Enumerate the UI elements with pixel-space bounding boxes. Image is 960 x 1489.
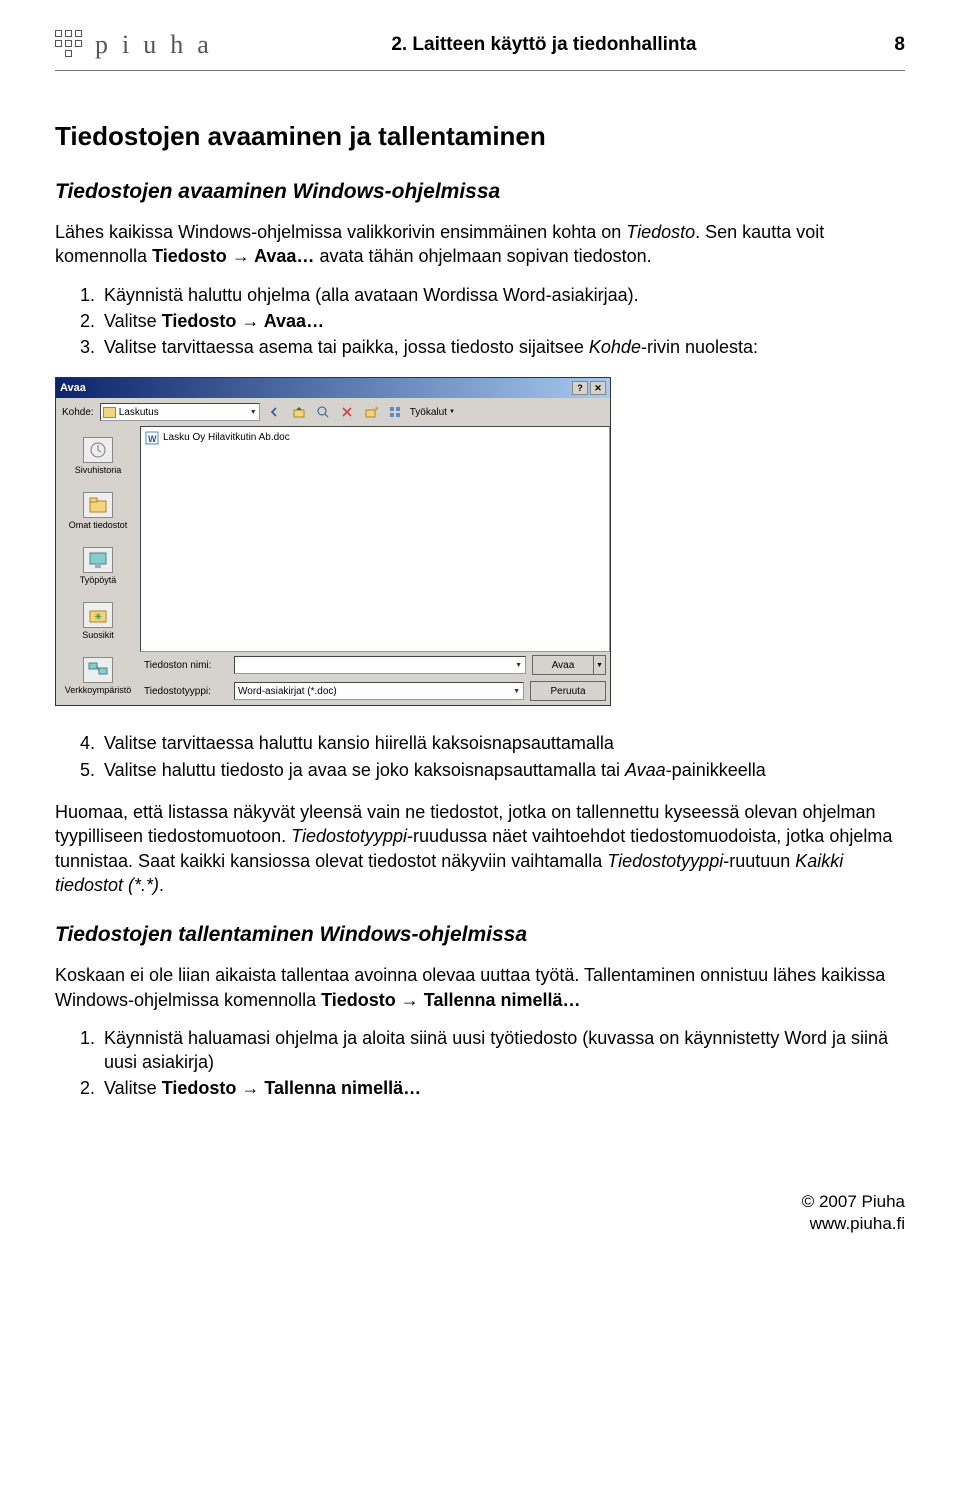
- search-web-icon[interactable]: [314, 403, 332, 421]
- places-bar: Sivuhistoria Omat tiedostot Työpöytä ✳ S…: [56, 426, 140, 705]
- chevron-down-icon: ▼: [515, 662, 522, 669]
- history-icon: [83, 437, 113, 463]
- dialog-toolbar: Kohde: Laskutus ▼ ✳: [56, 398, 610, 426]
- file-list[interactable]: W Lasku Oy Hilavitkutin Ab.doc: [140, 426, 610, 652]
- dialog-titlebar: Avaa ? ✕: [56, 378, 610, 398]
- up-one-level-icon[interactable]: [290, 403, 308, 421]
- header-divider: [55, 70, 905, 71]
- paragraph-intro-open: Lähes kaikissa Windows-ohjelmissa valikk…: [55, 220, 905, 269]
- step-2: Valitse Tiedosto → Avaa…: [100, 309, 905, 333]
- section-title: Tiedostojen avaaminen ja tallentaminen: [55, 121, 905, 152]
- open-button[interactable]: Avaa: [532, 655, 594, 675]
- kohde-dropdown[interactable]: Laskutus ▼: [100, 403, 260, 421]
- kohde-label: Kohde:: [62, 407, 94, 418]
- file-item[interactable]: W Lasku Oy Hilavitkutin Ab.doc: [145, 430, 605, 445]
- delete-icon[interactable]: [338, 403, 356, 421]
- filetype-row: Tiedostotyyppi: Word-asiakirjat (*.doc)▼…: [140, 678, 610, 704]
- sidebar-item-desktop[interactable]: Työpöytä: [58, 539, 138, 592]
- filetype-dropdown[interactable]: Word-asiakirjat (*.doc)▼: [234, 682, 524, 700]
- chevron-down-icon: ▼: [250, 409, 257, 416]
- tools-menu[interactable]: Työkalut▼: [410, 407, 455, 418]
- paragraph-intro-save: Koskaan ei ole liian aikaista tallentaa …: [55, 963, 905, 1012]
- help-button[interactable]: ?: [572, 381, 588, 395]
- svg-text:✳: ✳: [374, 405, 378, 413]
- new-folder-icon[interactable]: ✳: [362, 403, 380, 421]
- step-1: Käynnistä haluttu ohjelma (alla avataan …: [100, 283, 905, 307]
- kohde-value: Laskutus: [119, 407, 159, 418]
- desktop-icon: [83, 547, 113, 573]
- folder-icon: [103, 407, 116, 418]
- subsection-title-save: Tiedostojen tallentaminen Windows-ohjelm…: [55, 923, 905, 947]
- page-number: 8: [865, 34, 905, 56]
- paragraph-filetype-note: Huomaa, että listassa näkyvät yleensä va…: [55, 800, 905, 897]
- step-5: Valitse haluttu tiedosto ja avaa se joko…: [100, 758, 905, 782]
- back-icon[interactable]: [266, 403, 284, 421]
- sidebar-item-favorites[interactable]: ✳ Suosikit: [58, 594, 138, 647]
- sidebar-item-network[interactable]: Verkkoympäristö: [58, 649, 138, 702]
- open-button-dropdown[interactable]: ▼: [594, 655, 606, 675]
- chapter-title: 2. Laitteen käyttö ja tiedonhallinta: [223, 34, 865, 56]
- copyright-line: © 2007 Piuha: [55, 1191, 905, 1213]
- step-3: Valitse tarvittaessa asema tai paikka, j…: [100, 335, 905, 359]
- close-button[interactable]: ✕: [590, 381, 606, 395]
- steps-save: Käynnistä haluamasi ohjelma ja aloita si…: [55, 1026, 905, 1101]
- filename-input[interactable]: ▼: [234, 656, 526, 674]
- network-icon: [83, 657, 113, 683]
- svg-text:✳: ✳: [94, 612, 102, 623]
- step-save-2: Valitse Tiedosto → Tallenna nimellä…: [100, 1076, 905, 1100]
- steps-open-2: Valitse tarvittaessa haluttu kansio hiir…: [55, 731, 905, 782]
- sidebar-item-mydocs[interactable]: Omat tiedostot: [58, 484, 138, 537]
- filename-label: Tiedoston nimi:: [144, 660, 228, 671]
- step-4: Valitse tarvittaessa haluttu kansio hiir…: [100, 731, 905, 755]
- brand-icon: [55, 30, 85, 60]
- svg-text:W: W: [148, 434, 157, 444]
- sidebar-item-history[interactable]: Sivuhistoria: [58, 429, 138, 482]
- cancel-button[interactable]: Peruuta: [530, 681, 606, 701]
- folder-docs-icon: [83, 492, 113, 518]
- step-save-1: Käynnistä haluamasi ohjelma ja aloita si…: [100, 1026, 905, 1075]
- favorites-icon: ✳: [83, 602, 113, 628]
- word-file-icon: W: [145, 431, 159, 445]
- chevron-down-icon: ▼: [449, 409, 455, 415]
- page-header: piuha 2. Laitteen käyttö ja tiedonhallin…: [55, 30, 905, 60]
- steps-open-1: Käynnistä haluttu ohjelma (alla avataan …: [55, 283, 905, 360]
- brand-text: piuha: [95, 30, 223, 60]
- subsection-title-open: Tiedostojen avaaminen Windows-ohjelmissa: [55, 180, 905, 204]
- views-icon[interactable]: [386, 403, 404, 421]
- dialog-title-text: Avaa: [60, 382, 570, 394]
- chevron-down-icon: ▼: [513, 688, 520, 695]
- filename-row: Tiedoston nimi: ▼ Avaa ▼: [140, 652, 610, 678]
- page-footer: © 2007 Piuha www.piuha.fi: [55, 1191, 905, 1235]
- filetype-label: Tiedostotyyppi:: [144, 686, 228, 697]
- brand-logo: piuha: [55, 30, 223, 60]
- open-file-dialog: Avaa ? ✕ Kohde: Laskutus ▼: [55, 377, 611, 706]
- website-line: www.piuha.fi: [55, 1213, 905, 1235]
